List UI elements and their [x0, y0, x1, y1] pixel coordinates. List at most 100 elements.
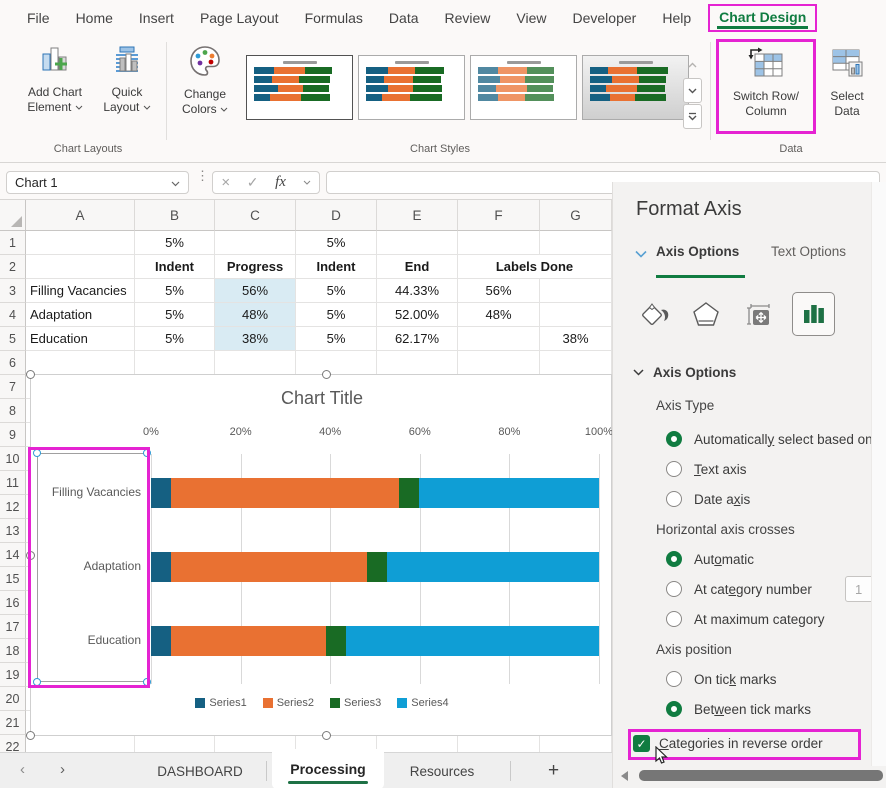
bar-segment-series2[interactable]	[171, 552, 366, 582]
cell-B3[interactable]: 5%	[135, 279, 215, 303]
radio-date-axis[interactable]: Date axis	[613, 484, 886, 514]
insert-function-icon[interactable]: fx	[275, 174, 286, 191]
bar-filling-vacancies[interactable]	[151, 478, 599, 508]
add-sheet-button[interactable]: +	[548, 760, 559, 782]
bar-segment-series1[interactable]	[151, 626, 171, 656]
radio-selected-icon[interactable]	[666, 431, 682, 447]
cell-B4[interactable]: 5%	[135, 303, 215, 327]
bar-segment-series2[interactable]	[171, 478, 398, 508]
radio-between-tick-marks[interactable]: Between tick marks	[613, 694, 886, 724]
radio-automatically-select-based-on[interactable]: Automatically select based on	[613, 424, 886, 454]
row-header-21[interactable]: 21	[0, 711, 26, 735]
legend-item-series4[interactable]: Series4	[397, 697, 448, 709]
cell-D5[interactable]: 5%	[296, 327, 377, 351]
column-header-B[interactable]: B	[135, 200, 215, 231]
row-header-6[interactable]: 6	[0, 351, 26, 375]
radio-icon[interactable]	[666, 491, 682, 507]
cell-E3[interactable]: 44.33%	[377, 279, 458, 303]
radio-selected-icon[interactable]	[666, 701, 682, 717]
add-chart-element-button[interactable]: Add Chart Element	[16, 44, 94, 115]
menu-developer[interactable]: Developer	[564, 6, 646, 30]
axis-selection-handle[interactable]	[33, 449, 41, 457]
cell-D1[interactable]: 5%	[296, 231, 377, 255]
row-header-9[interactable]: 9	[0, 423, 26, 447]
sheet-nav-left-icon[interactable]: ‹	[20, 761, 25, 778]
bar-segment-series2[interactable]	[171, 626, 326, 656]
menu-review[interactable]: Review	[436, 6, 500, 30]
cell-B5[interactable]: 5%	[135, 327, 215, 351]
section-header-axis-options[interactable]: Axis Options	[613, 358, 886, 386]
menu-page-layout[interactable]: Page Layout	[191, 6, 288, 30]
row-header-8[interactable]: 8	[0, 399, 26, 423]
cell-G6[interactable]	[540, 351, 612, 375]
cell-F3[interactable]: 56%	[458, 279, 540, 303]
enter-icon[interactable]: ✓	[247, 174, 259, 191]
cell-C3[interactable]: 56%	[215, 279, 296, 303]
bar-segment-series4[interactable]	[346, 626, 599, 656]
formula-bar-grip-icon[interactable]: ⋮	[196, 173, 209, 179]
cell-A5[interactable]: Education	[26, 327, 135, 351]
cell-C4[interactable]: 48%	[215, 303, 296, 327]
radio-at-category-number[interactable]: At category number1	[613, 574, 886, 604]
cell-B6[interactable]	[135, 351, 215, 375]
row-header-10[interactable]: 10	[0, 447, 26, 471]
cell-B2[interactable]: Indent	[135, 255, 215, 279]
cell-E2[interactable]: End	[377, 255, 458, 279]
bar-segment-series3[interactable]	[367, 552, 387, 582]
sheet-tab-resources[interactable]: Resources	[392, 753, 492, 789]
tab-axis-options[interactable]: Axis Options	[656, 244, 739, 259]
cell-G4[interactable]	[540, 303, 612, 327]
panel-vertical-scrollbar[interactable]	[871, 182, 886, 766]
row-header-19[interactable]: 19	[0, 663, 26, 687]
checkbox-checked-icon[interactable]: ✓	[633, 735, 650, 752]
column-header-D[interactable]: D	[296, 200, 377, 231]
radio-at-maximum-category[interactable]: At maximum category	[613, 604, 886, 634]
cell-D4[interactable]: 5%	[296, 303, 377, 327]
chart-legend[interactable]: Series1Series2Series3Series4	[31, 697, 613, 709]
menu-data[interactable]: Data	[380, 6, 428, 30]
axis-selection-handle[interactable]	[143, 678, 151, 686]
axis-options-icon-selected[interactable]	[792, 292, 835, 336]
size-properties-icon[interactable]	[743, 300, 773, 333]
cell-C2[interactable]: Progress	[215, 255, 296, 279]
name-box-chevron-icon[interactable]	[171, 175, 180, 190]
column-header-E[interactable]: E	[377, 200, 458, 231]
row-header-14[interactable]: 14	[0, 543, 26, 567]
cell-D6[interactable]	[296, 351, 377, 375]
cell-F4[interactable]: 48%	[458, 303, 540, 327]
scroll-left-arrow-icon[interactable]	[621, 771, 628, 781]
column-header-C[interactable]: C	[215, 200, 296, 231]
cell-G3[interactable]	[540, 279, 612, 303]
row-header-15[interactable]: 15	[0, 567, 26, 591]
row-header-1[interactable]: 1	[0, 231, 26, 255]
cell-C5[interactable]: 38%	[215, 327, 296, 351]
axis-selection-handle[interactable]	[143, 449, 151, 457]
chevron-down-icon[interactable]	[303, 180, 311, 185]
cell-D3[interactable]: 5%	[296, 279, 377, 303]
sheet-tab-processing[interactable]: Processing	[272, 749, 384, 789]
cell-G1[interactable]	[540, 231, 612, 255]
row-header-5[interactable]: 5	[0, 327, 26, 351]
cell-A2[interactable]	[26, 255, 135, 279]
bar-segment-series1[interactable]	[151, 478, 171, 508]
menu-file[interactable]: File	[18, 6, 59, 30]
switch-row-column-button[interactable]: Switch Row/ Column	[720, 44, 812, 119]
radio-selected-icon[interactable]	[666, 551, 682, 567]
gallery-scroll-down-button[interactable]	[683, 78, 702, 103]
sheet-nav-right-icon[interactable]: ›	[60, 761, 65, 778]
row-header-20[interactable]: 20	[0, 687, 26, 711]
chart-style-thumbnail-4[interactable]	[582, 55, 689, 120]
chart-style-thumbnail-1[interactable]	[246, 55, 353, 120]
menu-help[interactable]: Help	[653, 6, 700, 30]
bar-education[interactable]	[151, 626, 599, 656]
row-header-16[interactable]: 16	[0, 591, 26, 615]
row-header-13[interactable]: 13	[0, 519, 26, 543]
menu-chart-design[interactable]: Chart Design	[708, 4, 817, 32]
legend-item-series3[interactable]: Series3	[330, 697, 381, 709]
chart-handle-bottom-center[interactable]	[322, 731, 331, 740]
column-header-G[interactable]: G	[540, 200, 612, 231]
cell-C1[interactable]	[215, 231, 296, 255]
change-colors-button[interactable]: Change Colors	[172, 44, 238, 117]
effects-icon[interactable]	[691, 300, 721, 333]
radio-automatic[interactable]: Automatic	[613, 544, 886, 574]
